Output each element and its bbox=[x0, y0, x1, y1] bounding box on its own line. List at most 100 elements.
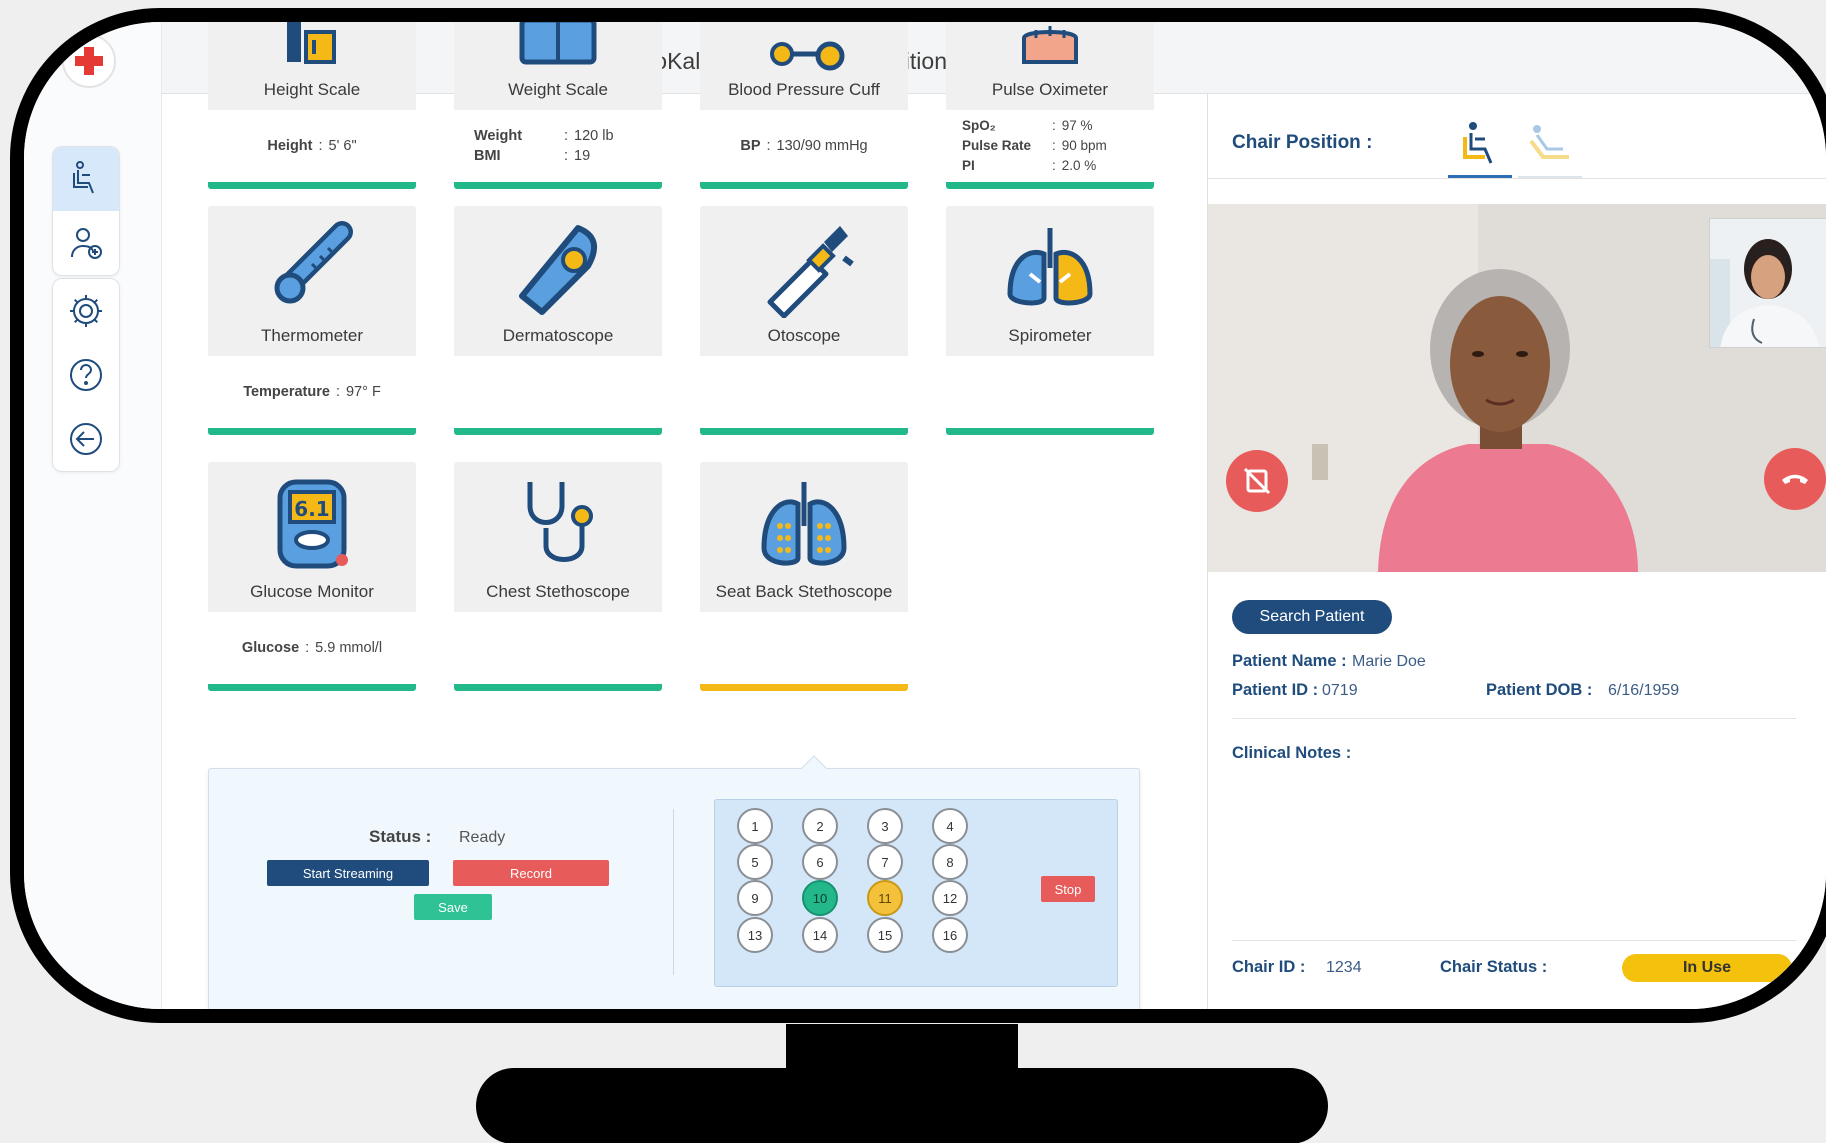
auscultation-point[interactable]: 2 bbox=[802, 808, 838, 844]
chair-reclined-button[interactable] bbox=[1518, 116, 1582, 178]
device-name: Chest Stethoscope bbox=[486, 582, 630, 601]
help-icon bbox=[70, 359, 102, 391]
search-patient-button[interactable]: Search Patient bbox=[1232, 600, 1392, 634]
auscultation-point[interactable]: 1 bbox=[737, 808, 773, 844]
device-status-bar bbox=[946, 428, 1154, 435]
device-icon-area: Pulse Oximeter bbox=[946, 22, 1154, 110]
reading-row: SpO₂:97 % bbox=[962, 116, 1138, 136]
reading-value: 120 lb bbox=[574, 128, 614, 144]
monitor-bezel: VideoKall SMC - Nurse Practitioner Termi… bbox=[10, 8, 1826, 1023]
device-reading: SpO₂:97 % Pulse Rate:90 bpm PI:2.0 % bbox=[946, 110, 1154, 182]
reading-value: 130/90 mmHg bbox=[776, 138, 868, 154]
auscultation-point[interactable]: 13 bbox=[737, 917, 773, 953]
otoscope-icon bbox=[767, 226, 854, 318]
device-card-otoscope[interactable]: Otoscope bbox=[700, 206, 908, 435]
device-status-bar bbox=[208, 684, 416, 691]
auscultation-point[interactable]: 11 bbox=[867, 880, 903, 916]
reading-separator: : bbox=[335, 384, 340, 400]
device-name: Blood Pressure Cuff bbox=[728, 80, 880, 99]
reading-row: Glucose:5.9 mmol/l bbox=[228, 638, 396, 658]
device-card-glucose-monitor[interactable]: 6.1 Glucose Monitor Glucose:5.9 mmol/l bbox=[208, 462, 416, 691]
nav-doctor-add[interactable] bbox=[53, 211, 119, 275]
patient-name-label: Patient Name : bbox=[1232, 652, 1347, 670]
reading-separator: : bbox=[1052, 158, 1056, 173]
auscultation-point[interactable]: 6 bbox=[802, 844, 838, 880]
device-card-thermometer[interactable]: Thermometer Temperature:97° F bbox=[208, 206, 416, 435]
auscultation-point[interactable]: 10 bbox=[802, 880, 838, 916]
auscultation-point[interactable]: 14 bbox=[802, 917, 838, 953]
reading-row: PI:2.0 % bbox=[962, 156, 1138, 176]
device-reading: Temperature:97° F bbox=[208, 356, 416, 428]
patient-id-label: Patient ID : bbox=[1232, 681, 1319, 699]
auscultation-point[interactable]: 8 bbox=[932, 844, 968, 880]
reading-label: PI bbox=[962, 158, 975, 173]
device-icon-area: 6.1 Glucose Monitor bbox=[208, 462, 416, 612]
clinician-pip-video[interactable] bbox=[1709, 218, 1826, 348]
reading-value: 90 bpm bbox=[1061, 138, 1107, 153]
auscultation-point[interactable]: 4 bbox=[932, 808, 968, 844]
auscultation-point[interactable]: 9 bbox=[737, 880, 773, 916]
auscultation-point[interactable]: 5 bbox=[737, 844, 773, 880]
blood-pressure-cuff-icon bbox=[770, 41, 845, 71]
chair-position-label: Chair Position : bbox=[1232, 132, 1373, 153]
nav-chair-patient[interactable] bbox=[53, 147, 119, 211]
reading-value: 97 % bbox=[1061, 118, 1093, 133]
stop-button[interactable]: Stop bbox=[1041, 876, 1095, 902]
auscultation-point[interactable]: 12 bbox=[932, 880, 968, 916]
device-card-blood-pressure-cuff[interactable]: Blood Pressure Cuff BP:130/90 mmHg bbox=[700, 22, 908, 189]
reading-label: Height bbox=[267, 138, 313, 154]
reading-label: Weight bbox=[474, 128, 523, 144]
monitor-stand-base bbox=[476, 1068, 1328, 1143]
device-name: Seat Back Stethoscope bbox=[715, 582, 893, 601]
reading-separator: : bbox=[305, 640, 310, 656]
glucose-monitor-icon: 6.1 bbox=[277, 479, 348, 569]
gear-icon bbox=[70, 295, 102, 327]
device-status-bar bbox=[208, 428, 416, 435]
device-name: Spirometer bbox=[1008, 326, 1092, 345]
clinician-video-image bbox=[1710, 219, 1826, 347]
chair-position-divider bbox=[1208, 178, 1826, 179]
device-card-spirometer[interactable]: Spirometer bbox=[946, 206, 1154, 435]
panel-pointer bbox=[801, 755, 827, 781]
patient-dob-label: Patient DOB : bbox=[1486, 681, 1593, 699]
nav-settings[interactable] bbox=[53, 279, 119, 343]
auscultation-point[interactable]: 3 bbox=[867, 808, 903, 844]
device-card-pulse-oximeter[interactable]: Pulse Oximeter SpO₂:97 % Pulse Rate:90 bpm… bbox=[946, 22, 1154, 189]
app-logo-icon bbox=[62, 34, 116, 88]
patient-name-value: Marie Doe bbox=[1352, 653, 1426, 670]
hang-up-icon bbox=[1782, 474, 1808, 484]
record-button[interactable]: Record bbox=[453, 860, 609, 886]
reading-row: BMI:19 bbox=[474, 146, 642, 166]
reading-separator: : bbox=[1052, 138, 1056, 153]
auscultation-point[interactable]: 7 bbox=[867, 844, 903, 880]
reading-value: 5' 6" bbox=[328, 138, 357, 154]
device-status-bar bbox=[700, 182, 908, 189]
auscultation-point[interactable]: 16 bbox=[932, 917, 968, 953]
reading-value: 5.9 mmol/l bbox=[315, 640, 383, 656]
device-card-lungs[interactable]: Seat Back Stethoscope bbox=[700, 462, 908, 691]
device-card-weight-scale[interactable]: Weight Scale Weight:120 lb BMI:19 bbox=[454, 22, 662, 189]
end-call-button[interactable] bbox=[1764, 448, 1826, 510]
save-button[interactable]: Save bbox=[414, 894, 492, 920]
device-name: Weight Scale bbox=[508, 80, 608, 99]
device-reading bbox=[454, 612, 662, 684]
mute-video-button[interactable] bbox=[1226, 450, 1288, 512]
reading-value: 19 bbox=[574, 148, 591, 164]
device-card-dermatoscope[interactable]: Dermatoscope bbox=[454, 206, 662, 435]
device-name: Height Scale bbox=[263, 80, 361, 99]
chair-upright-button[interactable] bbox=[1448, 116, 1512, 178]
nav-help[interactable] bbox=[53, 343, 119, 407]
status-label: Status : bbox=[369, 827, 432, 846]
reading-row: Temperature:97° F bbox=[228, 382, 396, 402]
nav-logout[interactable] bbox=[53, 407, 119, 471]
reading-separator: : bbox=[766, 138, 771, 154]
device-icon-area: Thermometer bbox=[208, 206, 416, 356]
device-card-stethoscope[interactable]: Chest Stethoscope bbox=[454, 462, 662, 691]
reading-row: Pulse Rate:90 bpm bbox=[962, 136, 1138, 156]
pulse-oximeter-icon bbox=[1022, 26, 1078, 64]
auscultation-point[interactable]: 15 bbox=[867, 917, 903, 953]
device-card-height-scale[interactable]: Height Scale Height:5' 6" bbox=[208, 22, 416, 189]
start-streaming-button[interactable]: Start Streaming bbox=[267, 860, 429, 886]
device-reading bbox=[700, 356, 908, 428]
chair-status-label: Chair Status : bbox=[1440, 958, 1548, 976]
